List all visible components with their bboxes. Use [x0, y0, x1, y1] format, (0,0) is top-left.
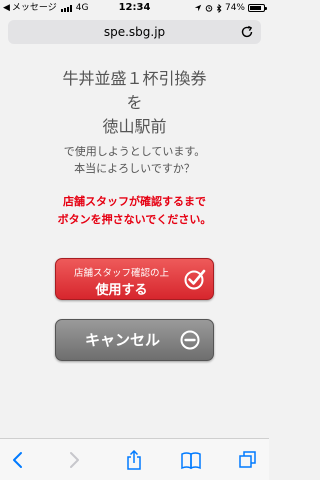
cancel-button-label: キャンセル [84, 331, 160, 349]
cancel-button[interactable]: キャンセル [55, 319, 214, 361]
warning-line-2: ボタンを押さないでください。 [57, 213, 212, 226]
use-button-label: 使用する [95, 283, 148, 298]
coupon-particle: を [126, 93, 143, 112]
address-bar[interactable]: spe.sbg.jp [8, 20, 261, 44]
check-circle-icon [184, 269, 206, 290]
use-coupon-button[interactable]: 店舗スタッフ確認の上 使用する [55, 258, 214, 300]
coupon-title: 牛丼並盛１杯引換券 を 徳山駅前 [0, 67, 269, 139]
coupon-name: 牛丼並盛１杯引換券 [62, 69, 207, 88]
battery-icon [248, 4, 267, 12]
location-icon [194, 4, 202, 12]
page-content: 牛丼並盛１杯引換券 を 徳山駅前 で使用しようとしています。 本当によろしいです… [0, 48, 269, 438]
back-icon[interactable] [8, 450, 28, 470]
store-name: 徳山駅前 [102, 117, 167, 136]
status-right: 74% [194, 0, 267, 16]
browser-toolbar [0, 438, 269, 480]
bluetooth-icon [216, 3, 222, 13]
warning-message: 店舗スタッフが確認するまで ボタンを押さないでください。 [0, 193, 269, 229]
alarm-icon [205, 5, 213, 12]
url-text[interactable]: spe.sbg.jp [8, 20, 261, 44]
confirm-line-1: で使用しようとしています。 [63, 145, 206, 158]
bookmarks-icon[interactable] [181, 450, 201, 470]
tabs-icon[interactable] [238, 450, 258, 470]
share-icon[interactable] [124, 450, 144, 470]
minus-circle-icon [180, 330, 200, 350]
use-button-subtitle: 店舗スタッフ確認の上 [73, 268, 169, 279]
reload-icon[interactable] [239, 24, 255, 40]
battery-percent: 74% [224, 3, 245, 13]
status-bar: ◀ メッセージ 4G 12:34 74% [0, 0, 269, 16]
confirm-line-2: 本当によろしいですか？ [74, 162, 195, 175]
warning-line-1: 店舗スタッフが確認するまで [63, 195, 206, 208]
confirm-message: で使用しようとしています。 本当によろしいですか？ [0, 143, 269, 177]
forward-icon[interactable] [64, 450, 84, 470]
